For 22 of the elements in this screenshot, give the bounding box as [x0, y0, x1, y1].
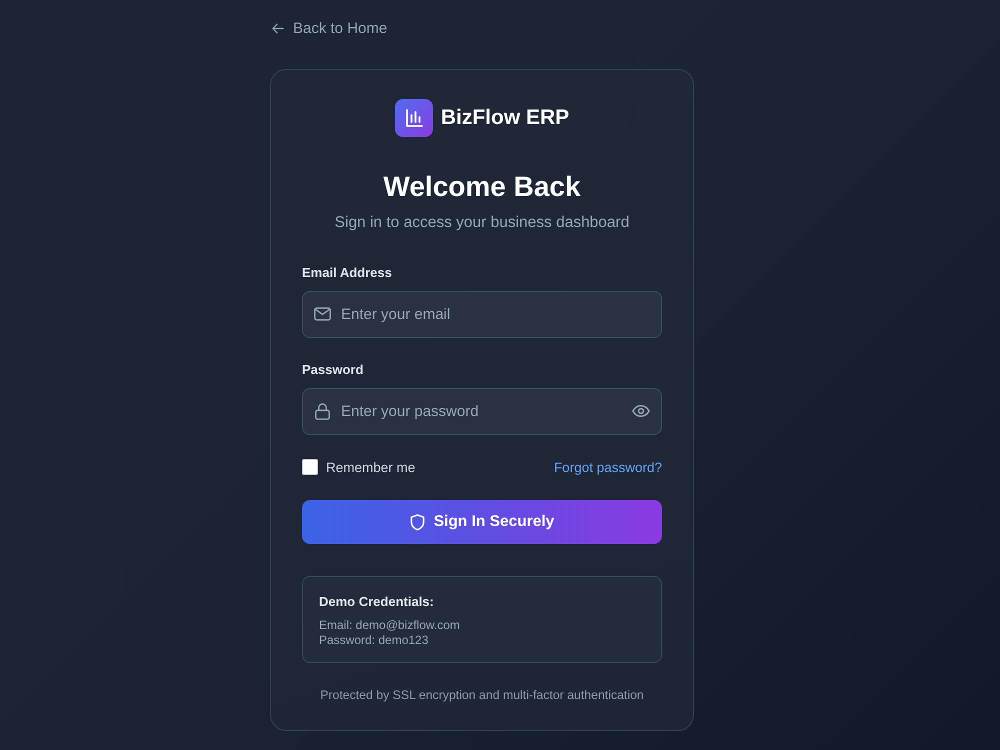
security-note: Protected by SSL encryption and multi-factor authentication [319, 688, 645, 702]
field-label: Email Address [302, 265, 392, 280]
remember-checkbox[interactable] [302, 459, 318, 475]
password-field[interactable]: Enter your password [302, 388, 662, 435]
envelope-icon [314, 307, 331, 321]
brand-name: BizFlow ERP [440, 106, 570, 130]
email-field[interactable]: Enter your email [302, 291, 662, 338]
shield-icon [410, 514, 425, 530]
back-to-home-link[interactable]: Back to Home [270, 18, 390, 38]
field-label: Password [302, 362, 364, 377]
credential-line: Email: demo@bizflow.com [319, 618, 460, 633]
arrow-left-icon [272, 22, 284, 34]
eye-icon[interactable] [632, 405, 650, 417]
welcome-title: Welcome Back [382, 170, 582, 204]
sign-in-button[interactable]: Sign In Securely [302, 500, 662, 544]
bar-chart-icon [394, 99, 433, 137]
subtitle: Sign in to access your business dashboard [334, 214, 630, 232]
remember-me-label: Remember me [326, 460, 416, 474]
lock-icon [315, 403, 330, 420]
credential-line: Password: demo123 [319, 633, 428, 648]
forgot-password-link[interactable]: Forgot password? [554, 460, 662, 474]
demo-credentials-title: Demo Credentials: [319, 594, 434, 609]
